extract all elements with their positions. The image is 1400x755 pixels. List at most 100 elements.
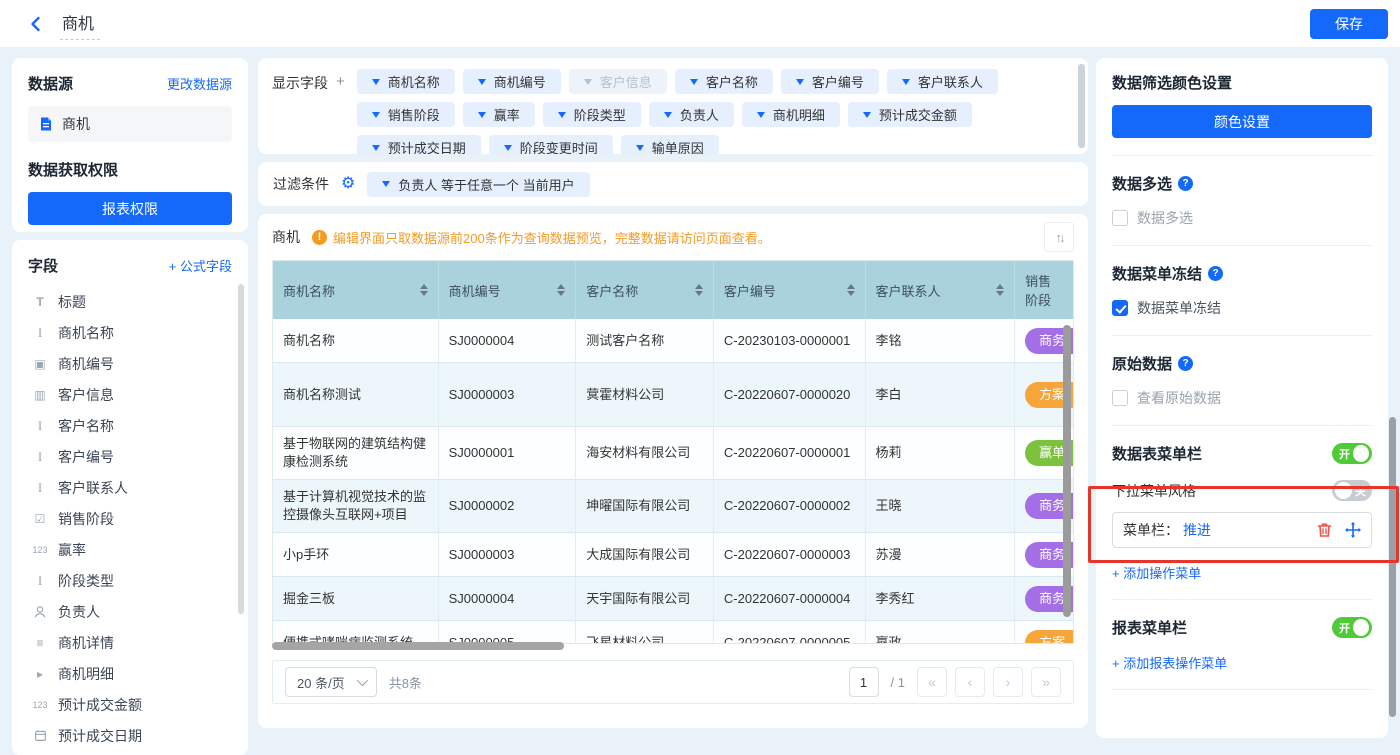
help-icon[interactable]: ?: [1178, 356, 1193, 371]
menu-freeze-checkbox-row[interactable]: 数据菜单冻结: [1112, 298, 1372, 318]
add-formula-field-link[interactable]: + 公式字段: [169, 256, 232, 275]
checkbox[interactable]: [1112, 210, 1128, 226]
page-size-select[interactable]: 20 条/页: [285, 667, 377, 697]
next-page-button[interactable]: ›: [993, 667, 1023, 697]
autonumber-field-icon: ▣: [31, 357, 49, 371]
table-row[interactable]: 商机名称SJ0000004测试客户名称C-20230103-0000001李铭商…: [273, 319, 1073, 363]
field-item[interactable]: I客户编号: [28, 441, 232, 472]
raw-data-title: 原始数据 ?: [1112, 353, 1372, 374]
table-menu-toggle[interactable]: 开: [1332, 443, 1372, 464]
column-header[interactable]: 客户编号: [714, 261, 866, 319]
sort-icon[interactable]: [420, 284, 428, 296]
field-item[interactable]: 123赢率: [28, 534, 232, 565]
column-header[interactable]: 客户名称: [576, 261, 714, 319]
dropdown-style-toggle[interactable]: 关: [1332, 480, 1372, 501]
display-field-chip[interactable]: 阶段类型: [543, 102, 641, 127]
display-field-chip[interactable]: 客户信息: [569, 69, 667, 94]
move-icon[interactable]: [1345, 522, 1361, 538]
field-item[interactable]: I商机名称: [28, 317, 232, 348]
checkbox[interactable]: [1112, 390, 1128, 406]
help-icon[interactable]: ?: [1208, 266, 1223, 281]
column-header[interactable]: 销售阶段: [1015, 261, 1073, 319]
current-page-input[interactable]: 1: [849, 667, 879, 697]
help-icon[interactable]: ?: [1178, 176, 1193, 191]
field-item[interactable]: I客户名称: [28, 410, 232, 441]
display-field-chip[interactable]: 商机编号: [463, 69, 561, 94]
warning-icon: !: [312, 230, 327, 245]
field-item[interactable]: ≡商机详情: [28, 627, 232, 658]
display-field-chip[interactable]: 商机名称: [357, 69, 455, 94]
display-field-chip[interactable]: 销售阶段: [357, 102, 455, 127]
report-menu-toggle[interactable]: 开: [1332, 617, 1372, 638]
field-item[interactable]: I阶段类型: [28, 565, 232, 596]
field-item[interactable]: ▣商机编号: [28, 348, 232, 379]
column-header[interactable]: 商机编号: [439, 261, 577, 319]
raw-data-checkbox-row[interactable]: 查看原始数据: [1112, 388, 1372, 408]
chevron-down-icon: [478, 79, 486, 85]
table-row[interactable]: 小p手环SJ0000003大成国际有限公司C-20220607-0000003苏…: [273, 533, 1073, 577]
table-row[interactable]: 掘金三板SJ0000004天宇国际有限公司C-20220607-0000004李…: [273, 577, 1073, 621]
display-fields-scrollbar[interactable]: [1078, 64, 1085, 148]
color-settings-button[interactable]: 颜色设置: [1112, 105, 1372, 138]
sort-icon[interactable]: [847, 284, 855, 296]
display-field-chip[interactable]: 阶段变更时间: [489, 135, 613, 154]
report-permission-button[interactable]: 报表权限: [28, 192, 232, 225]
display-field-chip[interactable]: 预计成交金额: [848, 102, 972, 127]
settings-scrollbar[interactable]: [1389, 417, 1396, 717]
table-horizontal-scrollbar[interactable]: [272, 642, 564, 650]
field-item[interactable]: I客户联系人: [28, 472, 232, 503]
field-item[interactable]: ▸商机明细: [28, 658, 232, 689]
trash-icon[interactable]: [1317, 522, 1332, 538]
display-field-chip[interactable]: 赢率: [463, 102, 535, 127]
table-vertical-scrollbar[interactable]: [1063, 325, 1071, 617]
multi-select-checkbox-row[interactable]: 数据多选: [1112, 208, 1372, 228]
display-field-chip[interactable]: 预计成交日期: [357, 135, 481, 154]
first-page-button[interactable]: «: [917, 667, 947, 697]
preview-notice: ! 编辑界面只取数据源前200条作为查询数据预览，完整数据请访问页面查看。: [312, 228, 771, 247]
table-row[interactable]: 便携式哮喘病监测系统SJ0000005飞星材料公司C-20220607-0000…: [273, 621, 1073, 644]
display-field-chip[interactable]: 客户编号: [781, 69, 879, 94]
column-header[interactable]: 商机名称: [273, 261, 439, 319]
display-field-chip[interactable]: 输单原因: [621, 135, 719, 154]
lookup-field-icon: ▥: [31, 388, 49, 402]
display-field-chip[interactable]: 客户名称: [675, 69, 773, 94]
table-row[interactable]: 基于计算机视觉技术的监控摄像头互联网+项目SJ0000002坤曜国际有限公司C-…: [273, 480, 1073, 533]
field-item[interactable]: T标题: [28, 286, 232, 317]
display-field-chip[interactable]: 负责人: [649, 102, 734, 127]
checkbox[interactable]: [1112, 300, 1128, 316]
add-action-menu-link[interactable]: + 添加操作菜单: [1112, 563, 1372, 582]
top-bar: 商机 保存: [0, 0, 1400, 48]
datasource-item[interactable]: 商机: [28, 106, 232, 142]
add-display-field-button[interactable]: +: [336, 73, 345, 143]
field-item[interactable]: 负责人: [28, 596, 232, 627]
field-item[interactable]: ▥客户信息: [28, 379, 232, 410]
last-page-button[interactable]: »: [1031, 667, 1061, 697]
display-field-chip[interactable]: 客户联系人: [887, 69, 998, 94]
field-item[interactable]: ☑销售阶段: [28, 503, 232, 534]
sort-icon[interactable]: [996, 284, 1004, 296]
fields-scrollbar[interactable]: [238, 284, 244, 614]
text-field-icon: I: [31, 573, 49, 589]
filter-settings-gear-icon[interactable]: ⚙: [341, 176, 355, 192]
add-report-menu-link[interactable]: + 添加报表操作菜单: [1112, 653, 1372, 672]
color-settings-title: 数据筛选颜色设置: [1112, 72, 1372, 93]
change-datasource-link[interactable]: 更改数据源: [167, 74, 232, 93]
column-header[interactable]: 客户联系人: [866, 261, 1016, 319]
menu-item-row[interactable]: 菜单栏： 推进: [1112, 512, 1372, 548]
sort-icon[interactable]: [557, 284, 565, 296]
save-button[interactable]: 保存: [1310, 9, 1388, 39]
table-row[interactable]: 基于物联网的建筑结构健康检测系统SJ0000001海安材料有限公司C-20220…: [273, 427, 1073, 480]
field-list: T标题I商机名称▣商机编号▥客户信息I客户名称I客户编号I客户联系人☑销售阶段1…: [28, 286, 232, 751]
divider: [1112, 689, 1372, 690]
divider: [1112, 599, 1372, 600]
field-item[interactable]: 123预计成交金额: [28, 689, 232, 720]
sort-icon[interactable]: [695, 284, 703, 296]
filter-condition-chip[interactable]: 负责人 等于任意一个 当前用户: [367, 172, 589, 197]
prev-page-button[interactable]: ‹: [955, 667, 985, 697]
table-row[interactable]: 商机名称测试SJ0000003蓂霍材料公司C-20220607-0000020李…: [273, 363, 1073, 427]
sort-order-button[interactable]: ↑↓: [1044, 222, 1074, 252]
divider: [1112, 155, 1372, 156]
field-item[interactable]: 预计成交日期: [28, 720, 232, 751]
back-icon[interactable]: [26, 14, 46, 34]
display-field-chip[interactable]: 商机明细: [742, 102, 840, 127]
